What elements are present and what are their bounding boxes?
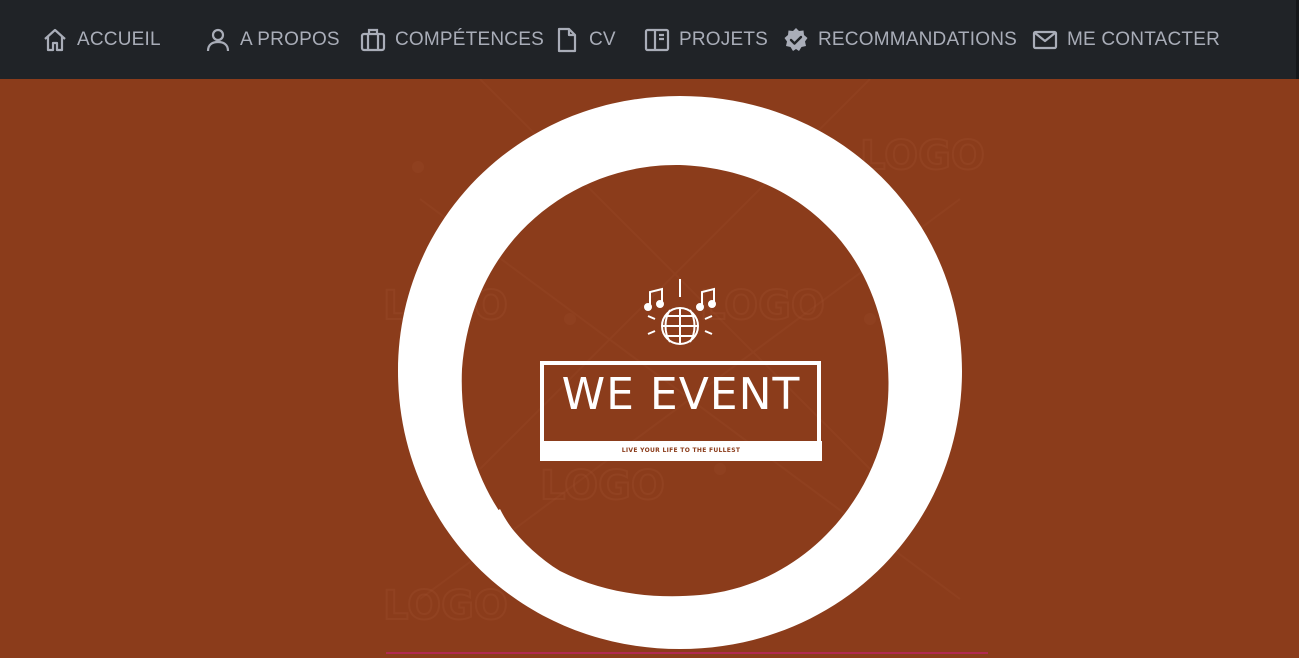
watermark-text: LOGO xyxy=(860,133,985,179)
watermark-text: LOGO xyxy=(700,283,825,329)
nav-item-a-propos[interactable]: A PROPOS xyxy=(205,22,340,58)
user-icon xyxy=(205,27,231,53)
nav-item-recommandations[interactable]: RECOMMANDATIONS xyxy=(783,22,1017,58)
hero-section: LOGO LOGO LOGO LOGO LOGO xyxy=(0,79,1299,658)
accent-divider xyxy=(386,652,988,654)
brand-tagline: LIVE YOUR LIFE TO THE FULLEST xyxy=(621,447,741,454)
nav-label: A PROPOS xyxy=(240,29,340,50)
document-icon xyxy=(554,27,580,53)
brand-name: WE EVENT xyxy=(561,369,801,420)
nav-item-me-contacter[interactable]: ME CONTACTER xyxy=(1032,22,1220,58)
nav-item-cv[interactable]: CV xyxy=(554,22,616,58)
top-navbar: ACCUEIL A PROPOS COMPÉTENCES CV PROJETS … xyxy=(0,0,1299,79)
nav-label: ACCUEIL xyxy=(77,29,161,50)
nav-label: ME CONTACTER xyxy=(1067,29,1220,50)
home-icon xyxy=(42,27,68,53)
briefcase-icon xyxy=(360,27,386,53)
nav-label: PROJETS xyxy=(679,29,769,50)
nav-item-accueil[interactable]: ACCUEIL xyxy=(42,22,161,58)
nav-label: CV xyxy=(589,29,616,50)
verified-badge-icon xyxy=(783,27,809,53)
nav-label: COMPÉTENCES xyxy=(395,29,544,50)
watermark-text: LOGO xyxy=(540,463,665,509)
nav-item-projets[interactable]: PROJETS xyxy=(644,22,768,58)
mail-icon xyxy=(1032,27,1058,53)
nav-label: RECOMMANDATIONS xyxy=(818,29,1017,50)
nav-item-competences[interactable]: COMPÉTENCES xyxy=(360,22,544,58)
columns-icon xyxy=(644,27,670,53)
watermark-text: LOGO xyxy=(383,583,508,629)
